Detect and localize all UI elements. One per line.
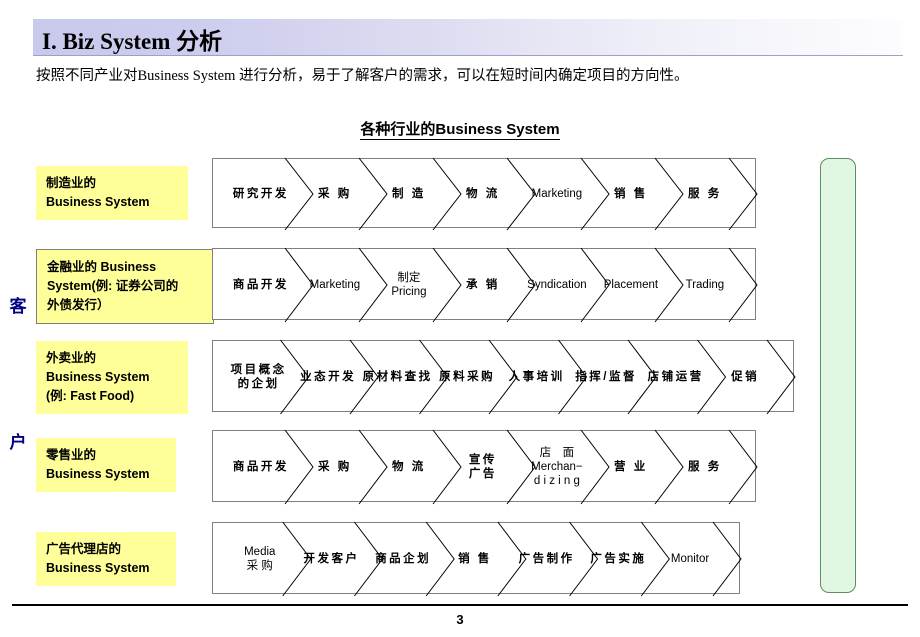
- chevron-divider: [497, 521, 527, 597]
- page-number: 3: [456, 612, 464, 627]
- chevron-divider: [506, 157, 536, 231]
- chevron-divider: [282, 521, 312, 597]
- chain-outline-5: [282, 521, 742, 597]
- chevron-divider: [506, 429, 536, 505]
- chevron-divider: [728, 429, 758, 505]
- chevron-divider: [432, 429, 462, 505]
- chevron-divider: [558, 339, 588, 415]
- process-chain-5: Media 采 购开发客户 商品企划销 售广告制作 广告实施 Monitor: [212, 521, 742, 597]
- row-label-2: 金融业的 Business System(例: 证券公司的 外债发行）: [36, 249, 214, 324]
- chevron-divider: [284, 157, 314, 231]
- page-title: I. Biz System 分析: [42, 29, 223, 54]
- chevron-divider: [580, 247, 610, 323]
- chevron-divider: [358, 157, 388, 231]
- row-label-1: 制造业的 Business System: [36, 166, 188, 220]
- row-label-3: 外卖业的 Business System (例: Fast Food): [36, 341, 188, 414]
- process-chain-1: 研究开发采 购制 造物 流 Marketing 销 售服 务: [212, 157, 758, 231]
- process-chain-3: 项目概念 的企划 业态开发 原材料查找 原料采购 人事培训 指挥/监督 店铺运营 促销: [212, 339, 796, 415]
- chevron-divider: [425, 521, 455, 597]
- customer-bar-char-2: 户: [9, 433, 27, 452]
- diagram-title: 各种行业的Business System: [0, 118, 920, 140]
- chevron-divider: [728, 247, 758, 323]
- chevron-divider: [580, 157, 610, 231]
- diagram-title-text: 各种行业的Business System: [360, 121, 560, 140]
- chevron-divider: [654, 157, 684, 231]
- chevron-divider: [432, 157, 462, 231]
- footer-divider: [12, 604, 908, 606]
- chevron-divider: [569, 521, 599, 597]
- chevron-divider: [280, 339, 310, 415]
- chevron-divider: [580, 429, 610, 505]
- chevron-divider: [654, 247, 684, 323]
- chain-outline-1: [284, 157, 758, 231]
- chevron-divider: [419, 339, 449, 415]
- chevron-divider: [432, 247, 462, 323]
- process-chain-4: 商品开发采 购物 流宣传 广告店 面 Merchan− d i z i n g营…: [212, 429, 758, 505]
- chevron-divider: [354, 521, 384, 597]
- customer-bar-char-1: 客: [9, 297, 27, 316]
- process-chain-2: 商品开发 Marketing 制定 Pricing 承 销 Syndication Pla…: [212, 247, 758, 323]
- chevron-divider: [358, 429, 388, 505]
- row-label-5: 广告代理店的 Business System: [36, 532, 176, 586]
- chevron-divider: [627, 339, 657, 415]
- chevron-divider: [712, 521, 742, 597]
- chevron-divider: [349, 339, 379, 415]
- chevron-divider: [766, 339, 796, 415]
- chevron-divider: [640, 521, 670, 597]
- chevron-divider: [506, 247, 536, 323]
- chain-outline-4: [284, 429, 758, 505]
- row-label-4: 零售业的 Business System: [36, 438, 176, 492]
- chevron-divider: [284, 429, 314, 505]
- chevron-divider: [654, 429, 684, 505]
- chain-outline-2: [284, 247, 758, 323]
- intro-paragraph: 按照不同产业对Business System 进行分析，易于了解客户的需求，可以…: [36, 68, 689, 84]
- chain-outline-3: [280, 339, 796, 415]
- customer-bar: [820, 158, 856, 593]
- chevron-divider: [358, 247, 388, 323]
- chevron-divider: [488, 339, 518, 415]
- chevron-divider: [284, 247, 314, 323]
- chevron-divider: [728, 157, 758, 231]
- chevron-divider: [697, 339, 727, 415]
- header-divider: [33, 55, 903, 56]
